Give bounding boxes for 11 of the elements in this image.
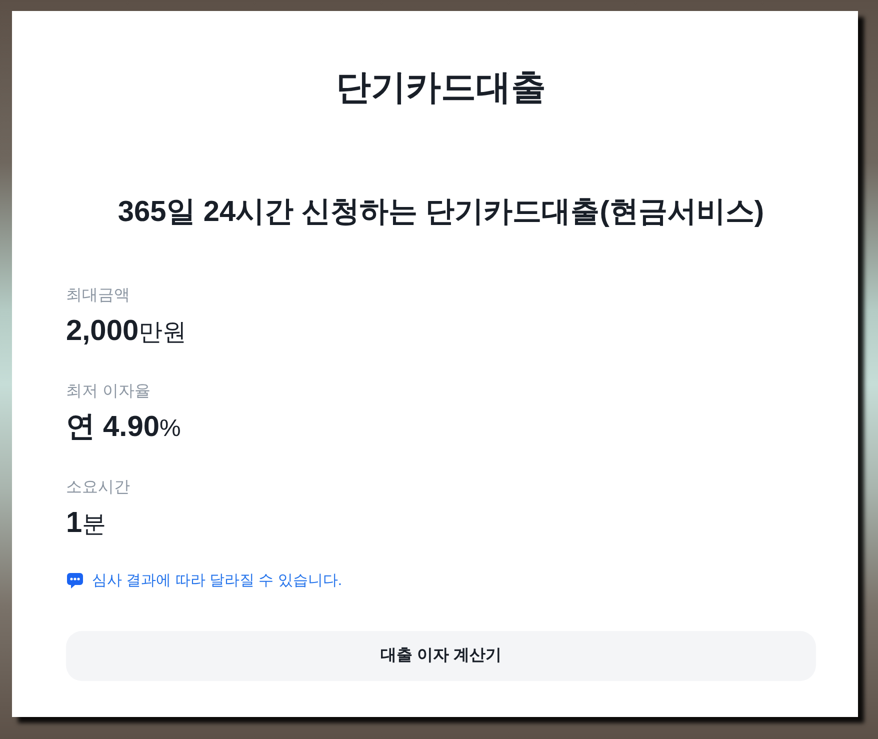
page-subtitle: 365일 24시간 신청하는 단기카드대출(현금서비스)	[116, 195, 766, 230]
fact-value: 2,000만원	[66, 314, 188, 349]
fact-value: 연 4.90%	[66, 410, 182, 445]
fact-label: 최대금액	[66, 286, 131, 306]
fact-label: 소요시간	[66, 478, 131, 498]
page-title: 단기카드대출	[335, 67, 547, 109]
fact-label: 최저 이자율	[66, 382, 152, 402]
loan-interest-calculator-button[interactable]: 대출 이자 계산기	[66, 630, 816, 681]
fact-value: 1분	[66, 506, 108, 541]
notice-text: 심사 결과에 따라 달라질 수 있습니다.	[92, 570, 342, 591]
chat-bubble-icon	[66, 572, 84, 590]
